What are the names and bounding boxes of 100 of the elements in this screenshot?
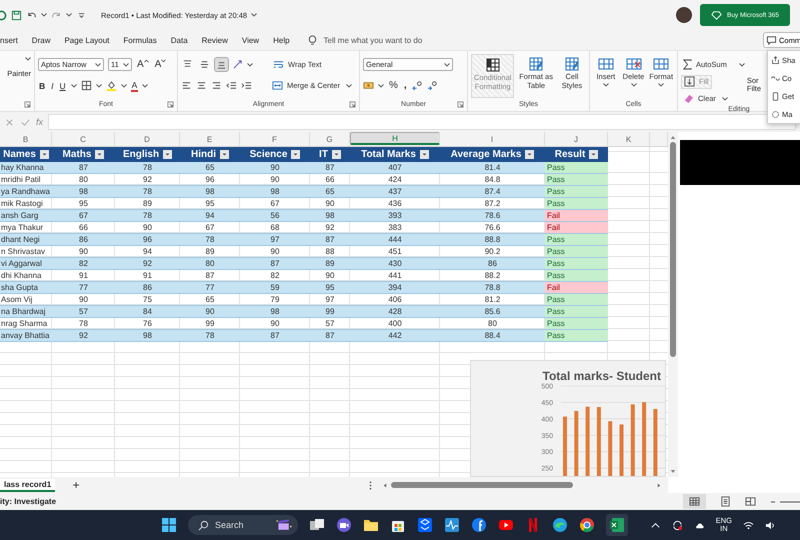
play-button-icon[interactable] [498,517,514,533]
table-cell: Pass [545,246,608,258]
browser-icon[interactable] [552,517,568,533]
borders-icon[interactable] [80,80,92,91]
column-header[interactable]: F [240,132,310,146]
filter-dropdown-icon[interactable] [163,150,172,159]
filter-dropdown-icon[interactable] [420,150,429,159]
increase-decimal-icon[interactable] [412,80,423,91]
horizontal-align-icon[interactable] [196,80,207,91]
column-header[interactable]: J [545,132,608,146]
increase-indent-icon[interactable] [241,80,252,91]
delete-cells-icon [626,56,642,72]
horizontal-scrollbar[interactable] [382,480,662,490]
table-cell: Pass [545,198,608,210]
table-cell: Pass [545,294,608,306]
scroll-thumb[interactable] [391,482,573,488]
comma-style-button[interactable]: , [402,78,408,92]
scroll-right-icon[interactable] [656,482,662,488]
filter-dropdown-icon[interactable] [220,150,229,159]
font-color-button[interactable]: A [130,80,138,92]
shrink-font-button[interactable]: A [154,58,168,72]
table-cell: 428 [350,306,440,318]
scroll-left-icon[interactable] [382,482,388,488]
ribbon-tab[interactable]: Data [164,36,195,44]
table-cell: Fail [545,282,608,294]
page-layout-view-icon[interactable] [720,496,731,507]
decrease-decimal-icon[interactable] [426,80,438,91]
table-cell: 82 [52,258,115,270]
sheet-tab[interactable]: lass record1 [0,478,56,492]
table-cell: Pass [545,270,608,282]
table-cell: 67 [52,210,115,222]
bar [630,404,635,476]
fill-color-icon[interactable] [106,80,117,91]
filter-dropdown-icon[interactable] [525,150,534,159]
table-cell: 394 [350,282,440,294]
horizontal-align-icon[interactable] [211,80,222,91]
sync-icon[interactable] [672,520,683,530]
filter-dropdown-icon[interactable] [589,150,598,159]
orientation-icon[interactable] [232,59,243,70]
dialog-launcher-icon[interactable] [349,101,356,108]
add-sheet-button[interactable]: + [61,477,92,493]
speaker-icon[interactable] [765,520,776,530]
table-cell: 94 [180,210,240,222]
filter-dropdown-icon[interactable] [95,150,104,159]
vertical-scrollbar[interactable] [668,132,678,477]
filter-dropdown-icon[interactable] [332,150,341,159]
table-header-cell: Average Marks [440,147,545,162]
column-header[interactable]: I [440,132,545,146]
taskbar-search-field[interactable]: Search [188,515,298,535]
pulse-app-icon[interactable] [444,517,460,533]
dialog-launcher-icon[interactable] [167,101,174,108]
ribbon-tab[interactable]: nsert [0,36,25,44]
social-app-icon[interactable] [470,517,487,533]
video-call-icon[interactable] [336,517,352,533]
browser-icon[interactable] [578,517,595,533]
percent-style-button[interactable]: % [388,78,399,92]
horizontal-align-icon[interactable] [181,80,192,91]
bar [574,410,578,476]
underline-button[interactable]: U [58,78,67,92]
column-header[interactable]: K [608,132,650,146]
dialog-launcher-icon[interactable] [24,101,31,108]
column-header[interactable]: C [52,132,115,146]
scroll-thumb[interactable] [670,142,676,357]
normal-view-icon[interactable] [683,494,706,509]
folder-icon[interactable] [362,517,379,533]
box-app-icon[interactable] [416,517,433,533]
filter-dropdown-icon[interactable] [40,150,49,159]
windows-start-icon[interactable] [161,517,177,533]
ribbon-tab[interactable]: Help [266,36,297,44]
decrease-indent-icon[interactable] [226,80,237,91]
italic-button[interactable]: I [50,78,55,92]
caret-icon [602,82,609,87]
ribbon-tab[interactable]: Formulas [116,36,164,44]
spreadsheet-app-icon[interactable] [606,514,628,536]
table-cell: Pass [545,234,608,246]
table-cell: 88.8 [440,234,545,246]
page-break-view-icon[interactable] [745,496,756,507]
column-header[interactable]: E [180,132,240,146]
task-view-icon[interactable] [308,517,325,533]
chart-title: Total marks- Student [542,369,661,383]
ribbon-tab[interactable]: Draw [24,36,58,44]
column-header[interactable]: B [0,132,52,146]
column-header[interactable]: H [350,132,440,145]
avatar[interactable] [676,7,692,23]
grow-font-button[interactable]: A [136,58,150,72]
conditional-formatting-icon [484,57,501,73]
ribbon-tab[interactable]: Review [194,36,235,44]
tell-me-search[interactable]: Tell me what you want to do [324,36,422,44]
filter-dropdown-icon[interactable] [291,150,300,159]
scroll-up-icon[interactable] [670,135,676,140]
column-header[interactable]: D [115,132,180,146]
save-icon[interactable] [11,10,22,20]
dialog-launcher-icon[interactable] [457,101,464,108]
wifi-icon[interactable] [743,520,754,530]
accounting-format-icon[interactable] [363,80,374,91]
scroll-down-icon[interactable] [670,469,676,474]
bold-button[interactable]: B [38,78,46,92]
ribbon-tab[interactable]: View [234,36,266,44]
vertical-align-icon[interactable] [215,58,228,71]
ribbon-tab[interactable]: Page Layout [57,36,116,44]
